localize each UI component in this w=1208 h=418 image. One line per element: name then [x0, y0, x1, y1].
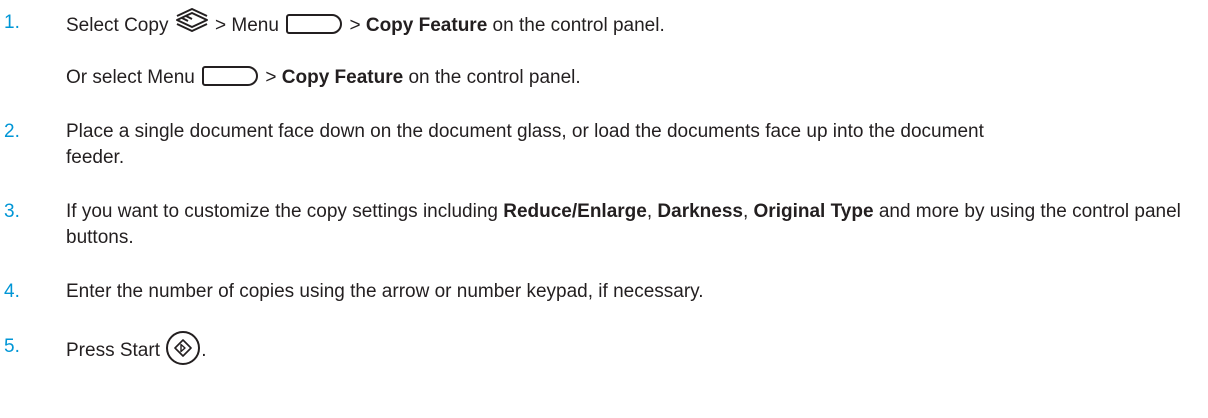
- step-text: Place a single document face down on the…: [66, 121, 984, 168]
- menu-button-icon: [202, 65, 259, 86]
- step-number: 5.: [4, 336, 20, 357]
- step-number: 3.: [4, 201, 20, 222]
- step-text-part: .: [201, 340, 207, 362]
- step-text-part: Press Start: [66, 340, 160, 362]
- step-number: 2.: [4, 121, 20, 142]
- step-text-part: ,: [742, 201, 754, 222]
- step-text-part: on the control panel.: [403, 67, 581, 88]
- menu-button-icon: [286, 14, 343, 34]
- step-text-part: Or select Menu: [66, 67, 195, 88]
- step-text: If you want to customize the copy settin…: [66, 199, 1196, 251]
- step-text: Enter the number of copies using the arr…: [66, 281, 704, 302]
- step-text-part: Select Copy: [66, 15, 169, 37]
- step-text-part: >: [344, 15, 366, 37]
- step-number: 4.: [4, 281, 20, 302]
- copy-icon: [174, 8, 210, 40]
- setting-reduce-enlarge: Reduce/Enlarge: [503, 201, 647, 222]
- step-number: 1.: [4, 12, 20, 33]
- step-text: Select Copy > Menu > Copy Feature on the…: [66, 8, 1206, 42]
- step-text: Press Start .: [66, 331, 1206, 368]
- setting-original-type: Original Type: [753, 201, 874, 222]
- menu-option-copy-feature: Copy Feature: [365, 15, 488, 37]
- menu-option-copy-feature: Copy Feature: [281, 67, 404, 88]
- step-text-part: on the control panel.: [487, 15, 665, 37]
- step-text-part: > Menu: [209, 15, 279, 37]
- step-text-part: ,: [646, 201, 658, 222]
- step-text-part: If you want to customize the copy settin…: [66, 201, 504, 222]
- start-button-icon: [166, 331, 201, 365]
- setting-darkness: Darkness: [657, 201, 743, 222]
- step-text: Or select Menu > Copy Feature on the con…: [66, 65, 1206, 91]
- step-text-part: >: [260, 67, 282, 88]
